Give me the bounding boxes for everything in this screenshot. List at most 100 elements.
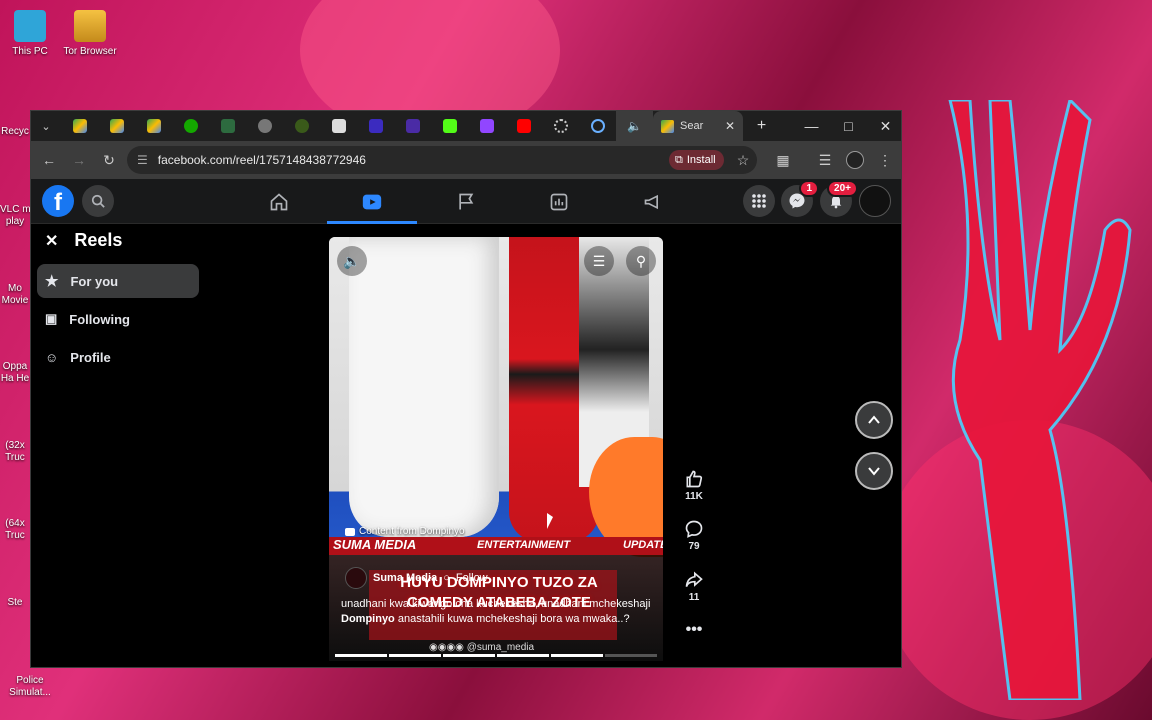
desktop-icon-label: Recyc — [1, 126, 29, 137]
tab-globe[interactable] — [246, 111, 283, 141]
browser-menu-icon[interactable]: ⋮ — [871, 146, 899, 174]
like-button[interactable]: 11K — [679, 469, 709, 502]
loading-icon — [553, 119, 568, 133]
star-icon: ★ — [45, 273, 59, 290]
tab-youtube[interactable] — [505, 111, 542, 141]
share-button[interactable]: 11 — [679, 570, 709, 603]
search-icon — [91, 194, 105, 208]
desktop-icon-recycle-bin[interactable]: Recyc — [0, 126, 30, 138]
desktop-icon-police-simulator[interactable]: Police Simulat... — [0, 675, 60, 699]
desktop-icon-label: Tor Browser — [63, 46, 117, 57]
tab-drive-2[interactable] — [98, 111, 135, 141]
previous-reel-button[interactable] — [855, 401, 893, 439]
nav-home[interactable] — [234, 179, 324, 224]
sidebar-item-profile[interactable]: ☺ Profile — [37, 340, 199, 374]
tab-audio[interactable]: 🔈 — [616, 111, 653, 141]
app-icon — [368, 119, 383, 133]
messenger-badge: 1 — [799, 180, 819, 197]
share-count: 11 — [688, 592, 700, 603]
author-avatar[interactable] — [345, 567, 367, 589]
tab-st[interactable] — [209, 111, 246, 141]
install-app-button[interactable]: ⧉ Install — [669, 150, 724, 170]
address-bar[interactable]: ☰ facebook.com/reel/1757148438772946 — [127, 146, 757, 174]
close-tab-icon[interactable]: ✕ — [725, 119, 735, 133]
comment-icon — [685, 520, 703, 538]
video-caption: unadhani kwa kiwango cha kuchekesha, una… — [341, 597, 651, 627]
tab-upwork[interactable] — [172, 111, 209, 141]
reload-button[interactable]: ↻ — [95, 146, 123, 174]
site-info-icon[interactable]: ☰ — [137, 153, 148, 167]
nav-video[interactable] — [327, 179, 417, 224]
megaphone-icon — [644, 194, 658, 209]
tab-twitch[interactable] — [468, 111, 505, 141]
next-reel-button[interactable] — [855, 452, 893, 490]
upwork-icon — [183, 119, 198, 133]
menu-grid-button[interactable] — [743, 185, 775, 217]
tab-drive-3[interactable] — [135, 111, 172, 141]
forward-button[interactable]: → — [65, 146, 93, 174]
sidebar-item-following[interactable]: ▣ Following — [37, 302, 199, 336]
mute-button[interactable]: 🔈 — [337, 246, 367, 276]
desktop-icon-vlc[interactable]: VLC m play — [0, 204, 31, 228]
bookmark-star-icon[interactable]: ☆ — [729, 146, 757, 174]
extensions-icon[interactable]: ▦ — [769, 146, 797, 174]
close-window-button[interactable]: ✕ — [867, 111, 901, 141]
facebook-top-nav: f 1 20+ — [31, 179, 901, 224]
tab-drive-1[interactable] — [61, 111, 98, 141]
tab-doc[interactable] — [320, 111, 357, 141]
desktop-icon-movie[interactable]: Mo Movie — [0, 283, 30, 307]
tab-kick[interactable] — [431, 111, 468, 141]
tab-search-button[interactable]: ⌄ — [31, 111, 61, 141]
new-tab-button[interactable]: + — [743, 111, 780, 141]
install-label: Install — [686, 154, 716, 166]
video-search-button[interactable]: ⚲ — [626, 246, 656, 276]
caption-highlight[interactable]: Dompinyo — [341, 613, 395, 625]
comment-button[interactable]: 79 — [679, 519, 709, 552]
desktop-icon-label: Ste — [7, 597, 23, 608]
messenger-button[interactable]: 1 — [781, 180, 819, 217]
tor-folder-icon — [74, 10, 106, 42]
nav-insights[interactable] — [514, 179, 604, 224]
close-icon[interactable]: ✕ — [45, 231, 58, 251]
tab-active-search[interactable]: Sear ✕ — [653, 111, 743, 141]
video-progress-bar[interactable] — [335, 654, 657, 657]
facebook-logo[interactable]: f — [42, 185, 74, 217]
reel-video-player[interactable]: 🔈 ☰ ⚲ Content from Dompinyo SUMA MEDIA E… — [329, 237, 663, 661]
back-button[interactable]: ← — [35, 146, 63, 174]
desktop-icon-label: Police Simulat... — [9, 675, 51, 698]
tab-purple-1[interactable] — [357, 111, 394, 141]
desktop-icon-tor-browser[interactable]: Tor Browser — [60, 10, 120, 57]
chevron-up-icon — [868, 415, 880, 424]
nav-pages[interactable] — [421, 179, 511, 224]
desktop-icon-label: This PC — [12, 46, 48, 57]
desktop-icon-steam[interactable]: Ste — [0, 597, 30, 609]
handle-text: @suma_media — [466, 642, 535, 653]
desktop-icon-truc-32[interactable]: (32x Truc — [0, 440, 30, 464]
social-handle: ◉◉◉◉ @suma_media — [429, 642, 534, 653]
facebook-search-button[interactable] — [82, 185, 114, 217]
minimize-button[interactable]: — — [793, 111, 830, 141]
globe-icon — [257, 119, 272, 133]
account-avatar[interactable] — [859, 185, 891, 217]
profile-avatar[interactable] — [841, 146, 869, 174]
notifications-button[interactable]: 20+ — [820, 180, 858, 217]
desktop-icon-this-pc[interactable]: This PC — [0, 10, 60, 57]
desktop-icon-truc-64[interactable]: (64x Truc — [0, 518, 30, 542]
tab-loading[interactable] — [542, 111, 579, 141]
captions-button[interactable]: ☰ — [584, 246, 614, 276]
progress-segment — [335, 654, 387, 657]
tab-purple-2[interactable] — [394, 111, 431, 141]
tab-green-e[interactable] — [283, 111, 320, 141]
desktop-icon-label: Oppa Ha He — [0, 361, 30, 384]
tab-title: Sear — [680, 120, 704, 132]
tab-lens[interactable] — [579, 111, 616, 141]
follow-button[interactable]: Follow — [456, 572, 488, 584]
more-options-button[interactable]: ••• — [679, 621, 709, 639]
author-name[interactable]: Suma Media — [373, 572, 437, 584]
grid-icon — [752, 194, 766, 208]
media-control-icon[interactable]: ☰ — [811, 146, 839, 174]
desktop-icon-oppa[interactable]: Oppa Ha He — [0, 361, 30, 385]
sidebar-item-for-you[interactable]: ★ For you — [37, 264, 199, 298]
maximize-button[interactable]: □ — [830, 111, 867, 141]
nav-ads[interactable] — [608, 179, 698, 224]
